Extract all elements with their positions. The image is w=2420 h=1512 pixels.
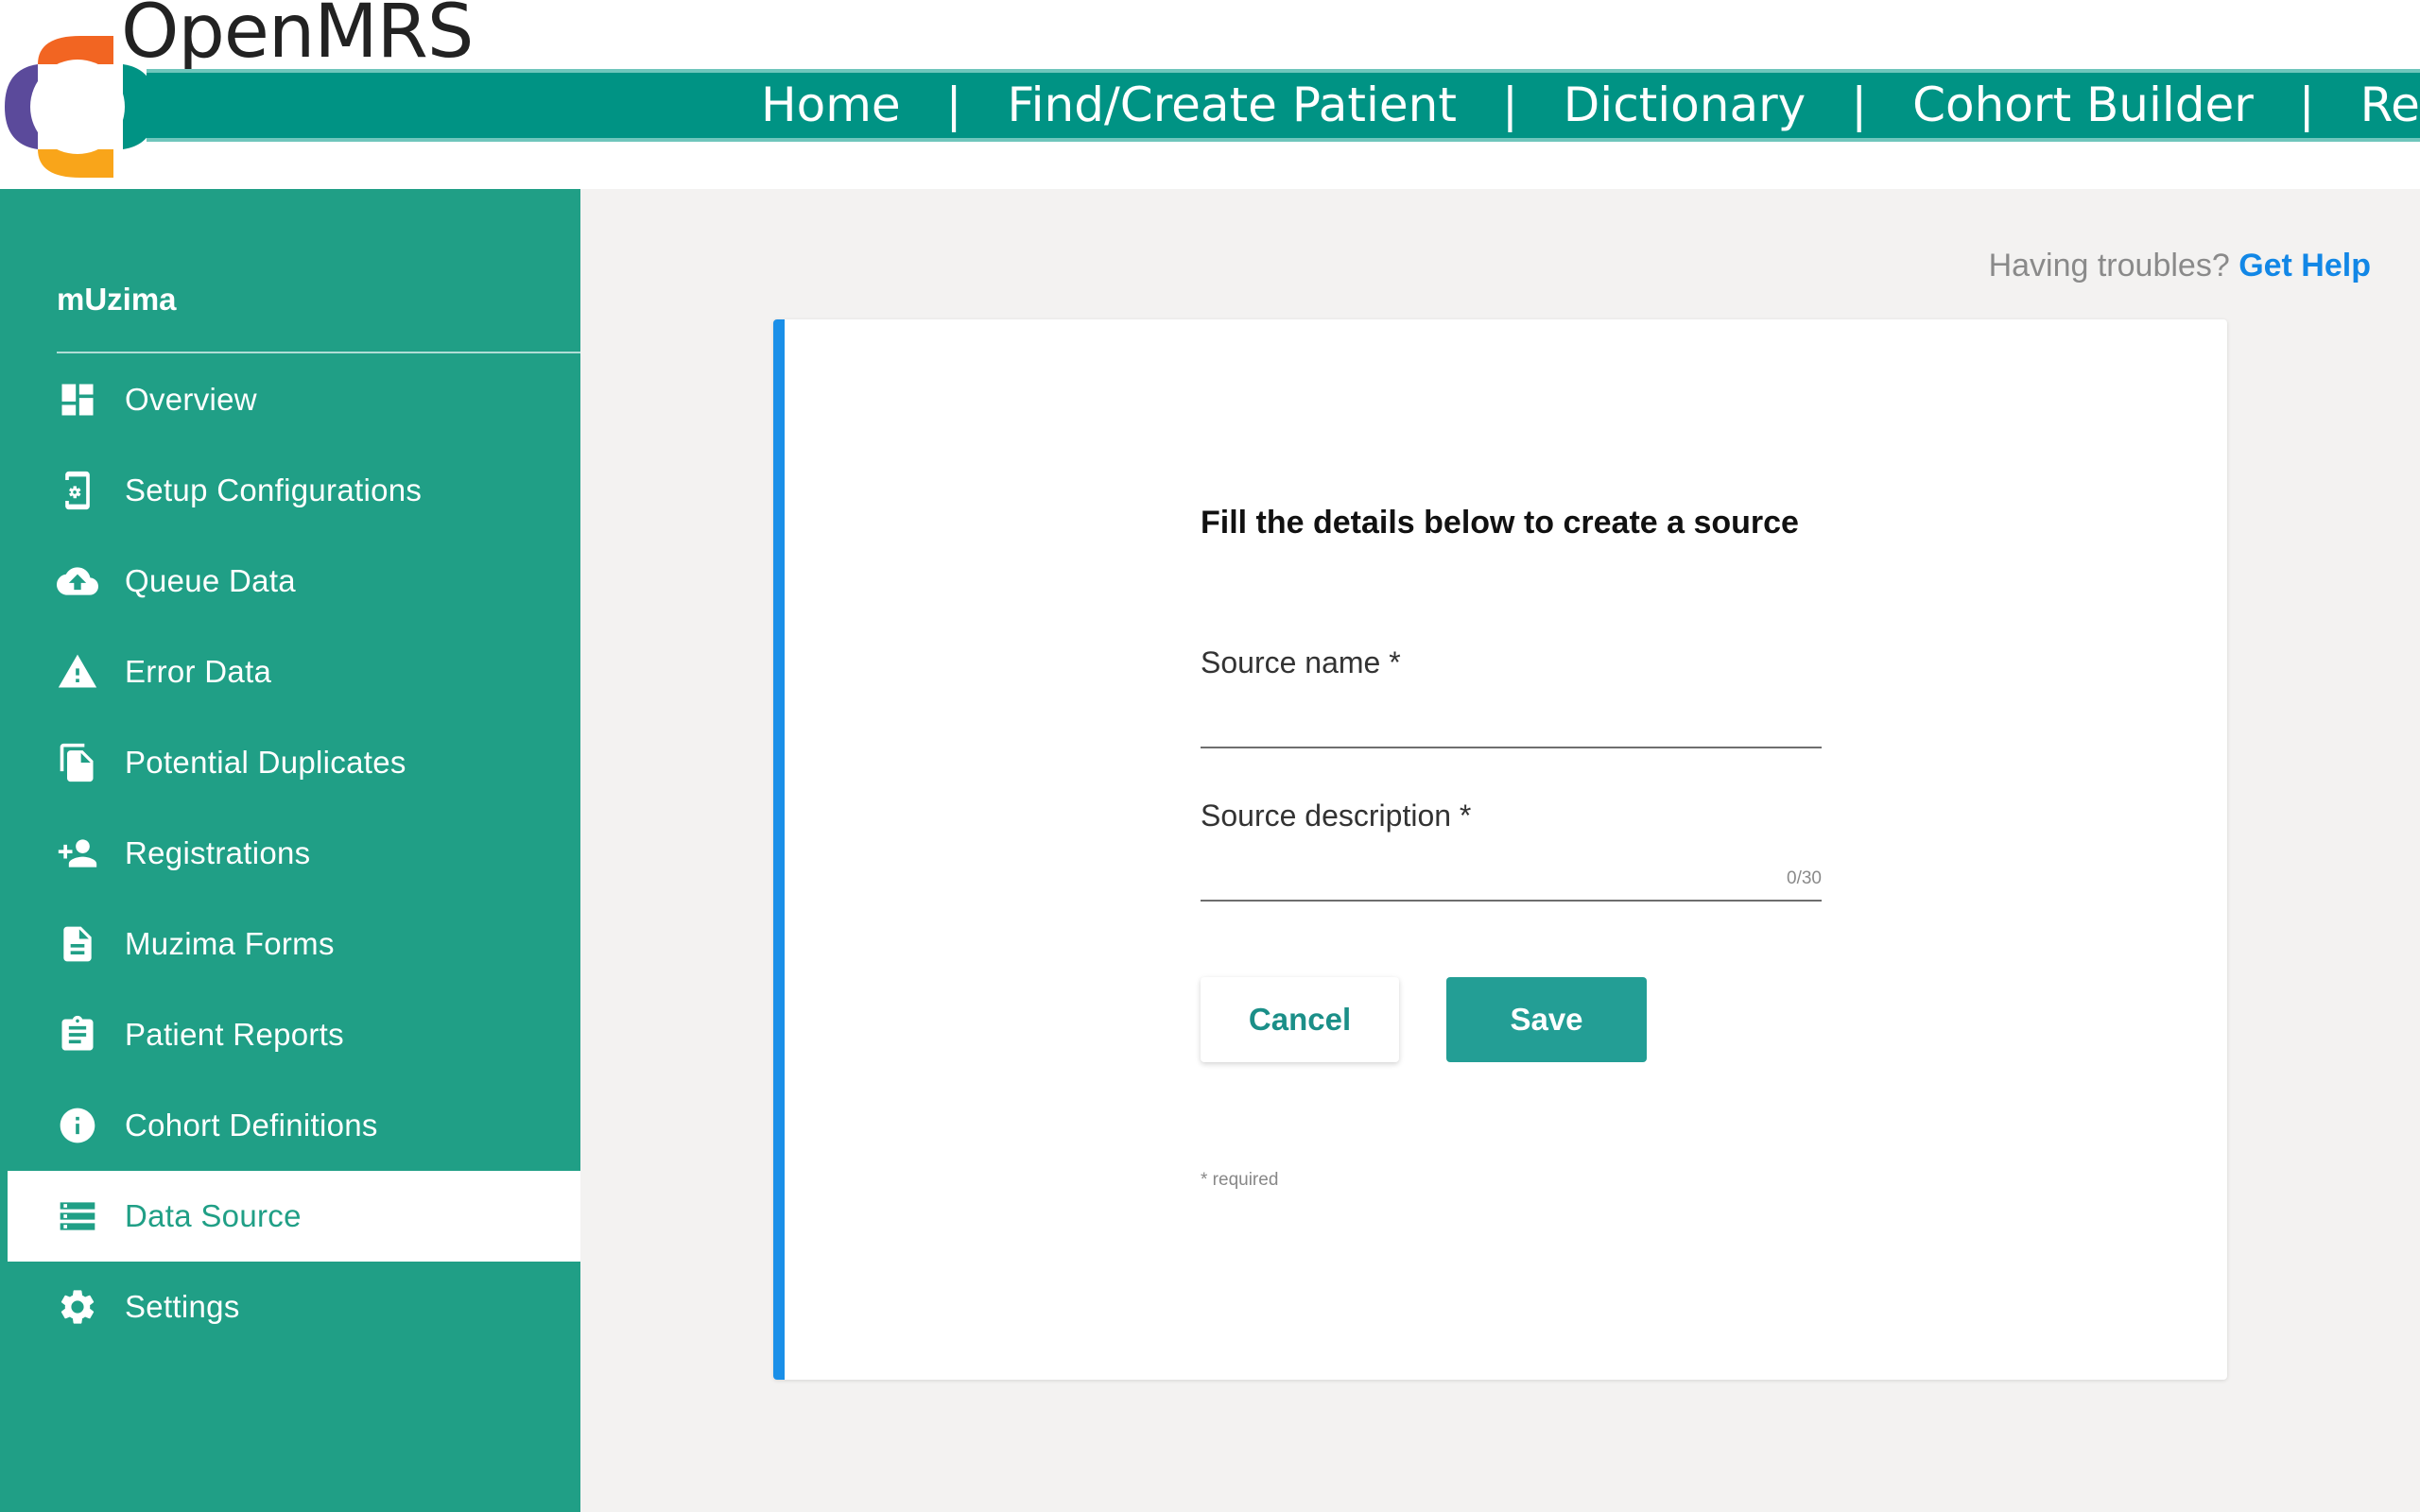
nav-cohort-builder[interactable]: Cohort Builder <box>1912 73 2254 138</box>
settings-phone-icon <box>57 470 98 511</box>
info-icon <box>57 1105 98 1146</box>
sidebar-item-setup-configurations[interactable]: Setup Configurations <box>0 445 580 536</box>
source-name-input[interactable] <box>1201 693 1822 740</box>
top-header: OpenMRS Home | Find/Create Patient | Dic… <box>0 0 2420 189</box>
form-title: Fill the details below to create a sourc… <box>1201 505 1799 541</box>
sidebar-item-label: Data Source <box>125 1198 302 1233</box>
source-description-underline <box>1201 900 1822 902</box>
nav-home[interactable]: Home <box>761 73 901 138</box>
sidebar-item-queue-data[interactable]: Queue Data <box>0 536 580 627</box>
sidebar-item-label: Setup Configurations <box>125 472 423 507</box>
brand-name: OpenMRS <box>121 0 474 75</box>
sidebar-item-patient-reports[interactable]: Patient Reports <box>0 989 580 1080</box>
cancel-button[interactable]: Cancel <box>1201 977 1399 1062</box>
nav-separator: | <box>1501 77 1518 132</box>
sidebar-item-overview[interactable]: Overview <box>0 354 580 445</box>
required-note: * required <box>1201 1170 1279 1190</box>
source-name-underline <box>1201 747 1822 748</box>
sidebar-item-muzima-forms[interactable]: Muzima Forms <box>0 899 580 989</box>
nav-separator: | <box>945 77 962 132</box>
warning-icon <box>57 651 98 693</box>
nav-separator: | <box>1851 77 1868 132</box>
dashboard-icon <box>57 379 98 421</box>
source-description-input[interactable] <box>1201 846 1822 893</box>
source-name-label: Source name * <box>1201 645 1401 679</box>
save-button[interactable]: Save <box>1446 977 1647 1062</box>
person-add-icon <box>57 833 98 874</box>
sidebar-item-data-source[interactable]: Data Source <box>8 1171 580 1262</box>
sidebar-title: mUzima <box>57 282 177 317</box>
nav-reports[interactable]: Rep <box>2360 73 2420 138</box>
sidebar-item-label: Registrations <box>125 835 311 870</box>
help-text: Having troubles? Get Help <box>1989 248 2371 284</box>
get-help-link[interactable]: Get Help <box>2238 248 2371 284</box>
sidebar-item-label: Error Data <box>125 654 272 689</box>
nav-separator: | <box>2298 77 2315 132</box>
help-prefix: Having troubles? <box>1988 248 2230 284</box>
storage-icon <box>57 1195 98 1237</box>
gear-icon <box>57 1286 98 1328</box>
sidebar-item-error-data[interactable]: Error Data <box>0 627 580 717</box>
sidebar-item-label: Overview <box>125 382 257 417</box>
cloud-upload-icon <box>57 560 98 602</box>
source-description-label: Source description * <box>1201 799 1472 833</box>
sidebar-item-settings[interactable]: Settings <box>0 1262 580 1352</box>
sidebar-item-label: Muzima Forms <box>125 926 335 961</box>
sidebar-item-registrations[interactable]: Registrations <box>0 808 580 899</box>
sidebar-item-label: Potential Duplicates <box>125 745 406 780</box>
assignment-icon <box>57 1014 98 1056</box>
sidebar-item-label: Cohort Definitions <box>125 1108 378 1143</box>
character-counter: 0/30 <box>1787 868 1822 888</box>
sidebar-divider <box>57 352 580 353</box>
main-nav: Home | Find/Create Patient | Dictionary … <box>147 69 2420 142</box>
description-icon <box>57 923 98 965</box>
nav-find-create-patient[interactable]: Find/Create Patient <box>1008 73 1457 138</box>
nav-dictionary[interactable]: Dictionary <box>1564 73 1806 138</box>
sidebar-item-label: Patient Reports <box>125 1017 344 1052</box>
create-source-card: Fill the details below to create a sourc… <box>773 319 2227 1380</box>
source-name-field: Source name * <box>1201 645 1822 751</box>
sidebar: mUzima Overview Setup Configurations Que… <box>0 189 580 1512</box>
file-copy-icon <box>57 742 98 783</box>
sidebar-item-cohort-definitions[interactable]: Cohort Definitions <box>0 1080 580 1171</box>
sidebar-item-label: Settings <box>125 1289 240 1324</box>
sidebar-item-potential-duplicates[interactable]: Potential Duplicates <box>0 717 580 808</box>
source-description-field: Source description * 0/30 <box>1201 799 1822 904</box>
sidebar-item-label: Queue Data <box>125 563 296 598</box>
